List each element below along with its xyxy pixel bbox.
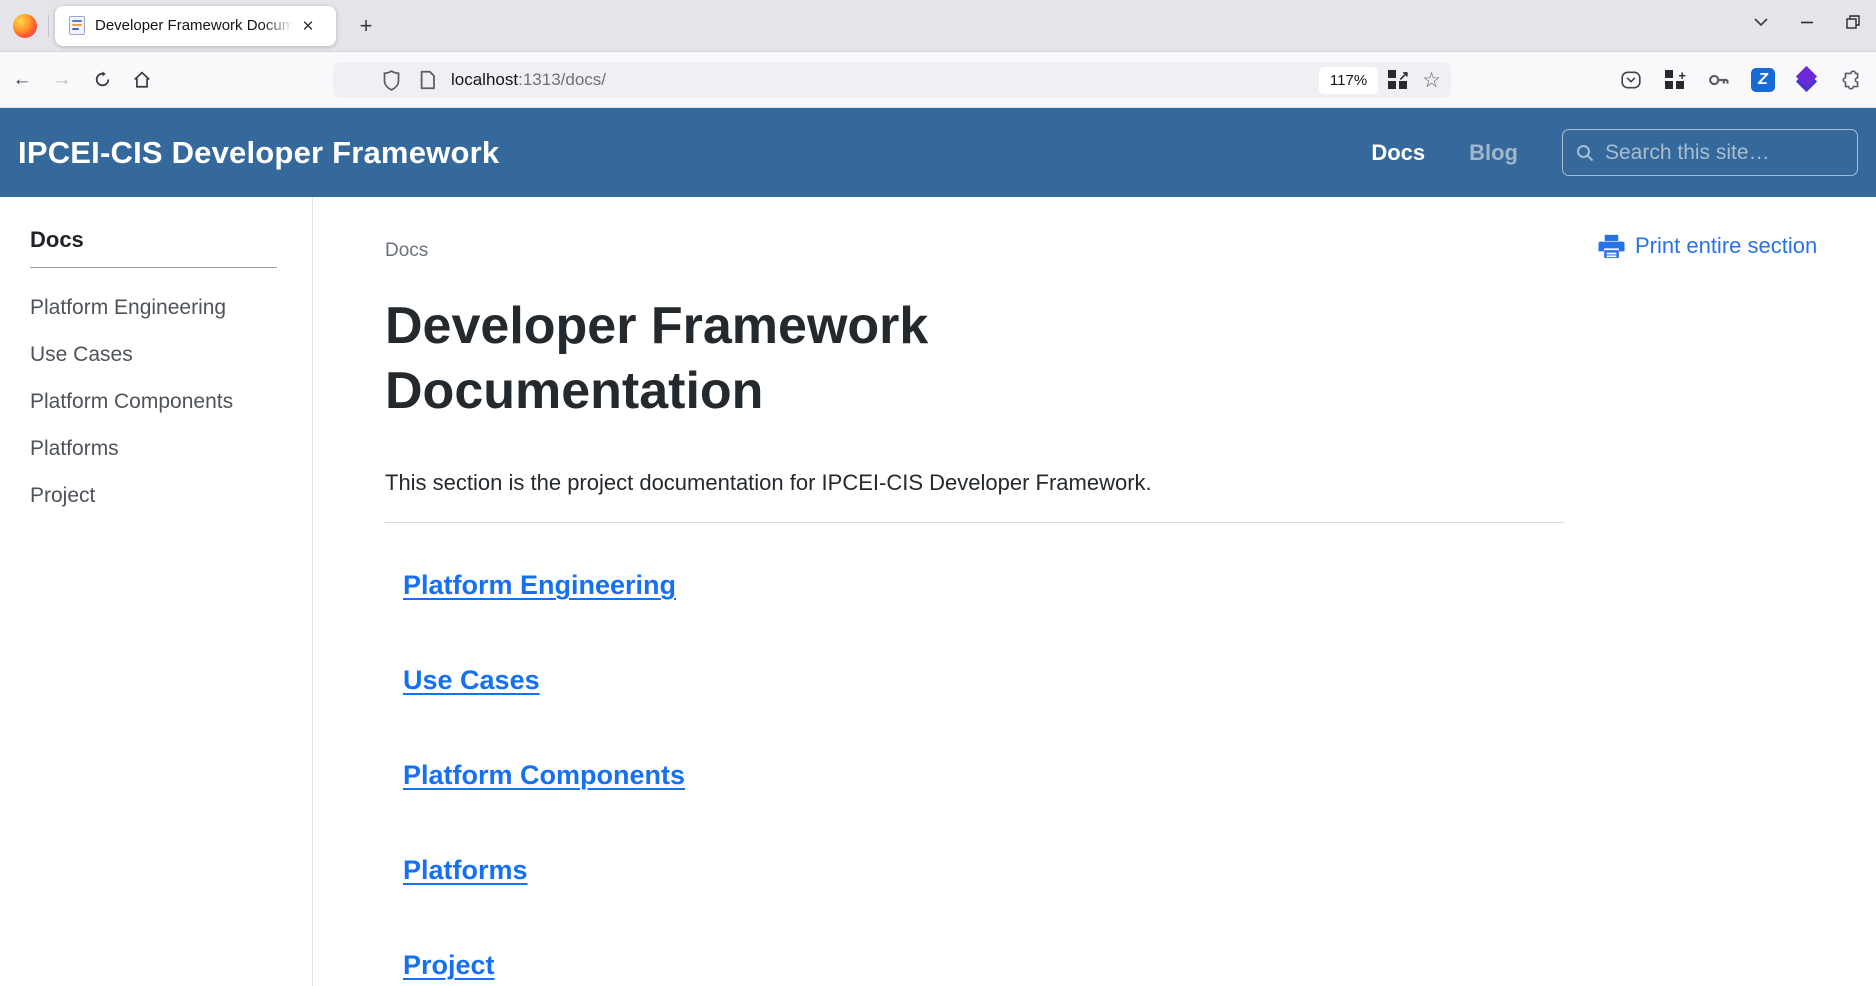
page-info-icon[interactable] <box>415 68 439 92</box>
section-link-project[interactable]: Project <box>403 950 495 981</box>
sidebar-item-use-cases[interactable]: Use Cases <box>30 343 312 367</box>
zotero-icon: Z <box>1751 68 1775 92</box>
lead-paragraph: This section is the project documentatio… <box>385 470 1564 496</box>
back-button[interactable]: ← <box>4 62 40 98</box>
bookmark-star-icon[interactable]: ☆ <box>1422 70 1441 91</box>
content-divider <box>385 522 1564 523</box>
page-title: Developer Framework Documentation <box>385 294 1065 424</box>
breadcrumb[interactable]: Docs <box>385 240 1564 262</box>
tab-title: Developer Framework Documen <box>95 17 293 34</box>
section-link-use-cases[interactable]: Use Cases <box>403 665 540 696</box>
firefox-view-button[interactable] <box>6 7 44 45</box>
nav-link-docs[interactable]: Docs <box>1371 140 1425 166</box>
home-button[interactable] <box>124 62 160 98</box>
print-link-label: Print entire section <box>1635 233 1817 259</box>
reload-icon <box>94 71 111 88</box>
section-link-platform-components[interactable]: Platform Components <box>403 760 685 791</box>
sidebar-heading[interactable]: Docs <box>30 227 312 253</box>
minimize-button[interactable] <box>1784 2 1830 42</box>
url-path: :1313/docs/ <box>518 70 606 89</box>
section-link-platform-engineering[interactable]: Platform Engineering <box>403 570 676 601</box>
extension-grid-plus-button[interactable]: + <box>1658 63 1692 97</box>
puzzle-icon <box>1840 69 1862 91</box>
firefox-logo-icon <box>13 14 37 38</box>
sidebar-divider <box>30 267 277 268</box>
site-search[interactable] <box>1562 129 1858 176</box>
browser-tab[interactable]: Developer Framework Documen ✕ <box>55 6 336 46</box>
restore-icon <box>1845 14 1861 30</box>
grid-plus-icon: + <box>1665 70 1685 90</box>
tracking-shield-icon[interactable] <box>379 68 403 92</box>
main-content: Docs Developer Framework Documentation T… <box>313 197 1564 986</box>
tab-close-icon[interactable]: ✕ <box>297 15 319 37</box>
sidebar-item-platforms[interactable]: Platforms <box>30 437 312 461</box>
url-bar[interactable]: localhost:1313/docs/ 117% ↗ ☆ <box>333 62 1451 98</box>
home-icon <box>133 71 151 89</box>
search-input[interactable] <box>1605 141 1845 165</box>
section-link-platforms[interactable]: Platforms <box>403 855 528 886</box>
search-icon <box>1575 143 1595 163</box>
page-favicon-icon <box>69 16 85 35</box>
browser-tab-strip: Developer Framework Documen ✕ + <box>0 0 1876 52</box>
tab-separator <box>48 15 49 37</box>
zotero-extension-button[interactable]: Z <box>1746 63 1780 97</box>
sidebar-item-platform-engineering[interactable]: Platform Engineering <box>30 296 312 320</box>
nav-link-blog[interactable]: Blog <box>1469 140 1518 166</box>
restore-window-button[interactable] <box>1830 2 1876 42</box>
new-tab-button[interactable]: + <box>348 8 384 44</box>
zoom-level-indicator[interactable]: 117% <box>1319 67 1378 94</box>
sidebar-item-platform-components[interactable]: Platform Components <box>30 390 312 414</box>
pocket-button[interactable] <box>1614 63 1648 97</box>
docs-sidebar: Docs Platform Engineering Use Cases Plat… <box>0 197 313 986</box>
sidebar-item-project[interactable]: Project <box>30 484 312 508</box>
page-action-grid-icon[interactable]: ↗ <box>1388 70 1408 90</box>
browser-toolbar: ← → localhost:1313/docs/ 117% ↗ ☆ <box>0 52 1876 108</box>
password-manager-button[interactable] <box>1702 63 1736 97</box>
list-all-tabs-button[interactable] <box>1738 2 1784 42</box>
extensions-menu-button[interactable] <box>1834 63 1868 97</box>
url-host: localhost <box>451 70 518 89</box>
chevron-down-icon <box>1753 14 1769 30</box>
site-navbar: IPCEI-CIS Developer Framework Docs Blog <box>0 108 1876 197</box>
site-brand[interactable]: IPCEI-CIS Developer Framework <box>18 135 499 171</box>
forward-button[interactable]: → <box>44 62 80 98</box>
print-entire-section-link[interactable]: Print entire section <box>1598 233 1817 259</box>
minimize-icon <box>1799 14 1815 30</box>
pocket-icon <box>1620 69 1642 91</box>
printer-icon <box>1598 234 1625 259</box>
layers-extension-button[interactable] <box>1790 63 1824 97</box>
key-icon <box>1707 68 1731 92</box>
layers-icon <box>1794 68 1820 92</box>
reload-button[interactable] <box>84 62 120 98</box>
